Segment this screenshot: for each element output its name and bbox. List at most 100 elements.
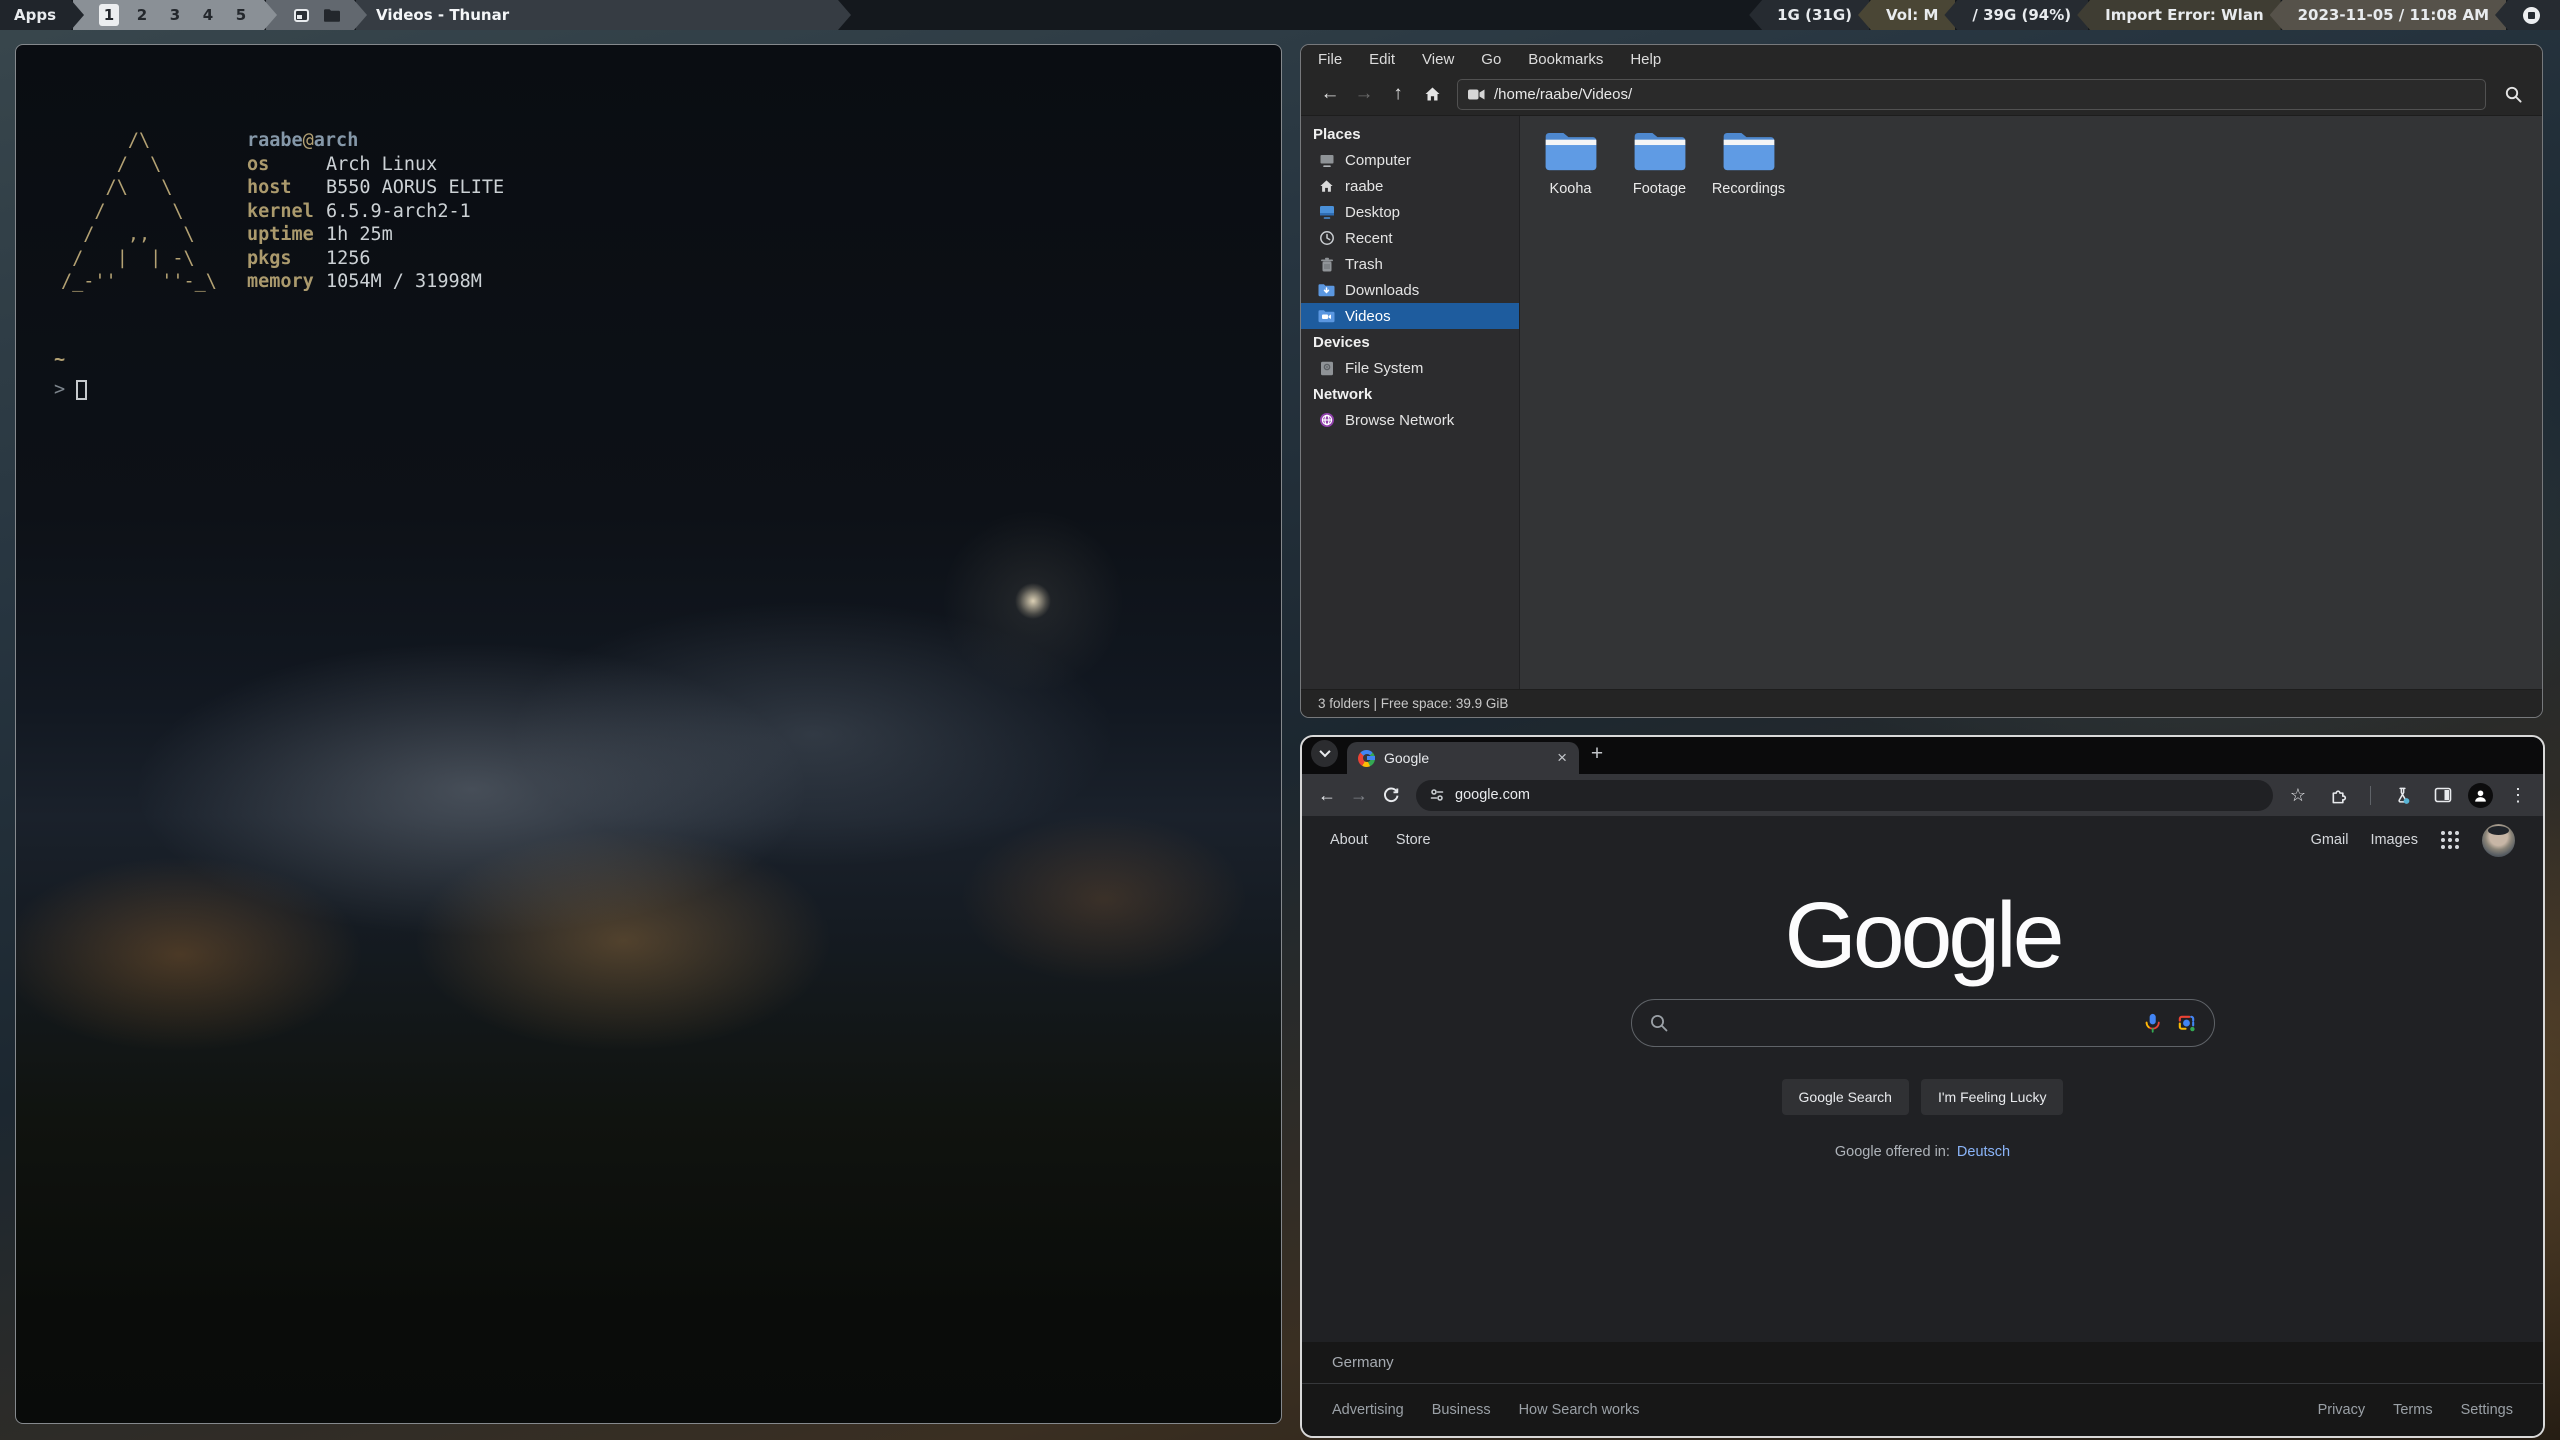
- thunar-menubar: File Edit View Go Bookmarks Help: [1301, 45, 2542, 73]
- panel-right: 1G (31G) Vol: M / 39G (94%) Import Error…: [1749, 0, 2560, 30]
- sidebar-item-filesystem[interactable]: File System: [1301, 355, 1519, 381]
- new-tab-button[interactable]: +: [1583, 740, 1611, 768]
- panel-memory-status[interactable]: 1G (31G): [1749, 0, 1869, 30]
- home-button[interactable]: [1415, 79, 1449, 109]
- kebab-menu-icon[interactable]: ⋮: [2502, 779, 2534, 811]
- panel-clock[interactable]: 2023-11-05 / 11:08 AM: [2269, 0, 2506, 30]
- store-link[interactable]: Store: [1396, 832, 1431, 848]
- workspace-button-2[interactable]: 2: [132, 6, 152, 24]
- devices-header: Devices: [1313, 333, 1370, 351]
- info-row-host: host B550 AORUS ELITE: [246, 177, 505, 198]
- info-row-memory: memory 1054M / 31998M: [246, 271, 482, 292]
- site-settings-icon[interactable]: [1429, 787, 1445, 803]
- terms-link[interactable]: Terms: [2393, 1402, 2432, 1418]
- clock-icon: [1318, 230, 1335, 247]
- browser-forward-button[interactable]: →: [1343, 779, 1375, 811]
- menu-file[interactable]: File: [1318, 51, 1342, 68]
- voice-search-icon[interactable]: [2142, 1012, 2163, 1034]
- apps-button[interactable]: Apps: [0, 0, 84, 30]
- terminal-window[interactable]: /\ / \ /\ \ / \ / ,, \ / | | -\ /_-'' ''…: [15, 44, 1282, 1424]
- sidebar-item-browse-network[interactable]: Browse Network: [1301, 407, 1519, 433]
- google-main: Google Google Search I'm Feeling Lucky G…: [1302, 864, 2543, 1342]
- drive-icon: [1318, 360, 1335, 377]
- menu-bookmarks[interactable]: Bookmarks: [1528, 51, 1603, 68]
- menu-edit[interactable]: Edit: [1369, 51, 1395, 68]
- search-input[interactable]: [1681, 1000, 2129, 1046]
- downloads-folder-icon: [1318, 282, 1335, 299]
- business-link[interactable]: Business: [1432, 1402, 1491, 1418]
- privacy-link[interactable]: Privacy: [2318, 1402, 2366, 1418]
- account-avatar[interactable]: [2482, 823, 2515, 857]
- folder-icon: [1545, 132, 1596, 171]
- side-panel-icon[interactable]: [2427, 779, 2459, 811]
- google-favicon: [1358, 749, 1375, 767]
- forward-button[interactable]: →: [1347, 79, 1381, 109]
- google-logo: Google: [1784, 883, 2065, 987]
- search-box[interactable]: [1630, 999, 2215, 1047]
- workspace-button-1[interactable]: 1: [99, 4, 119, 26]
- sidebar-item-home[interactable]: raabe: [1301, 173, 1519, 199]
- folder-kooha[interactable]: Kooha: [1526, 129, 1615, 197]
- terminal-window-icon[interactable]: [294, 9, 309, 22]
- workspace-button-4[interactable]: 4: [198, 6, 218, 24]
- panel-record-tray[interactable]: [2495, 0, 2560, 30]
- desktop-icon: [1318, 204, 1335, 221]
- sidebar-item-computer[interactable]: Computer: [1301, 147, 1519, 173]
- settings-link[interactable]: Settings: [2461, 1402, 2513, 1418]
- close-tab-icon[interactable]: ×: [1555, 748, 1569, 768]
- path-bar[interactable]: /home/raabe/Videos/: [1457, 78, 2486, 110]
- footer-right-links: Privacy Terms Settings: [2318, 1402, 2513, 1418]
- experiments-beaker-icon[interactable]: [2386, 779, 2418, 811]
- record-stop-icon[interactable]: [2523, 6, 2540, 24]
- places-header: Places: [1313, 125, 1361, 143]
- folder-footage[interactable]: Footage: [1615, 129, 1704, 197]
- sidebar-item-desktop[interactable]: Desktop: [1301, 199, 1519, 225]
- folder-icon: [1634, 132, 1685, 171]
- address-bar[interactable]: google.com: [1416, 779, 2273, 811]
- language-link[interactable]: Deutsch: [1957, 1144, 2010, 1160]
- gmail-link[interactable]: Gmail: [2311, 832, 2349, 848]
- tab-google[interactable]: Google ×: [1347, 742, 1579, 774]
- reload-button[interactable]: [1375, 779, 1407, 811]
- feeling-lucky-button[interactable]: I'm Feeling Lucky: [1920, 1079, 2064, 1115]
- panel-disk-status[interactable]: / 39G (94%): [1944, 0, 2089, 30]
- about-link[interactable]: About: [1330, 832, 1368, 848]
- tab-search-button[interactable]: [1311, 739, 1338, 767]
- back-button[interactable]: ←: [1313, 79, 1347, 109]
- home-icon: [1318, 178, 1335, 195]
- workspace-button-3[interactable]: 3: [165, 6, 185, 24]
- workspace-button-5[interactable]: 5: [231, 6, 251, 24]
- advertising-link[interactable]: Advertising: [1332, 1402, 1404, 1418]
- file-manager-window: File Edit View Go Bookmarks Help ← → ↑ /…: [1300, 44, 2543, 718]
- sidebar-item-videos[interactable]: Videos: [1301, 303, 1519, 329]
- panel-volume-status[interactable]: Vol: M: [1858, 0, 1956, 30]
- bookmark-star-icon[interactable]: ☆: [2282, 779, 2314, 811]
- sidebar-item-recent[interactable]: Recent: [1301, 225, 1519, 251]
- extensions-icon[interactable]: [2323, 779, 2355, 811]
- menu-view[interactable]: View: [1422, 51, 1454, 68]
- sidebar-item-downloads[interactable]: Downloads: [1301, 277, 1519, 303]
- menu-go[interactable]: Go: [1481, 51, 1501, 68]
- file-list: Kooha Footage Recordings: [1520, 116, 2542, 689]
- up-button[interactable]: ↑: [1381, 79, 1415, 109]
- files-window-icon[interactable]: [323, 8, 341, 23]
- google-search-button[interactable]: Google Search: [1781, 1079, 1909, 1115]
- how-search-works-link[interactable]: How Search works: [1519, 1402, 1640, 1418]
- google-lens-icon[interactable]: [2176, 1013, 2197, 1034]
- browser-back-button[interactable]: ←: [1311, 779, 1343, 811]
- menu-help[interactable]: Help: [1630, 51, 1661, 68]
- search-icon[interactable]: [2496, 79, 2530, 109]
- header-left-links: About Store: [1330, 832, 1431, 848]
- google-apps-grid-icon[interactable]: [2448, 838, 2452, 842]
- panel-network-status[interactable]: Import Error: Wlan: [2077, 0, 2281, 30]
- offered-in-line: Google offered in: Deutsch: [1834, 1144, 2011, 1160]
- user-host-line: raabe@arch: [246, 130, 359, 151]
- profile-avatar-button[interactable]: [2468, 782, 2493, 808]
- info-row-os: os Arch Linux: [246, 153, 438, 175]
- sidebar-item-trash[interactable]: Trash: [1301, 251, 1519, 277]
- shell-prompt[interactable]: ~ >: [54, 348, 88, 402]
- google-footer: Germany Advertising Business How Search …: [1302, 1342, 2543, 1436]
- folder-recordings[interactable]: Recordings: [1704, 129, 1793, 197]
- browser-window: Google × + ← → google.com ☆ ⋮ About Stor…: [1300, 735, 2545, 1438]
- images-link[interactable]: Images: [2370, 832, 2418, 848]
